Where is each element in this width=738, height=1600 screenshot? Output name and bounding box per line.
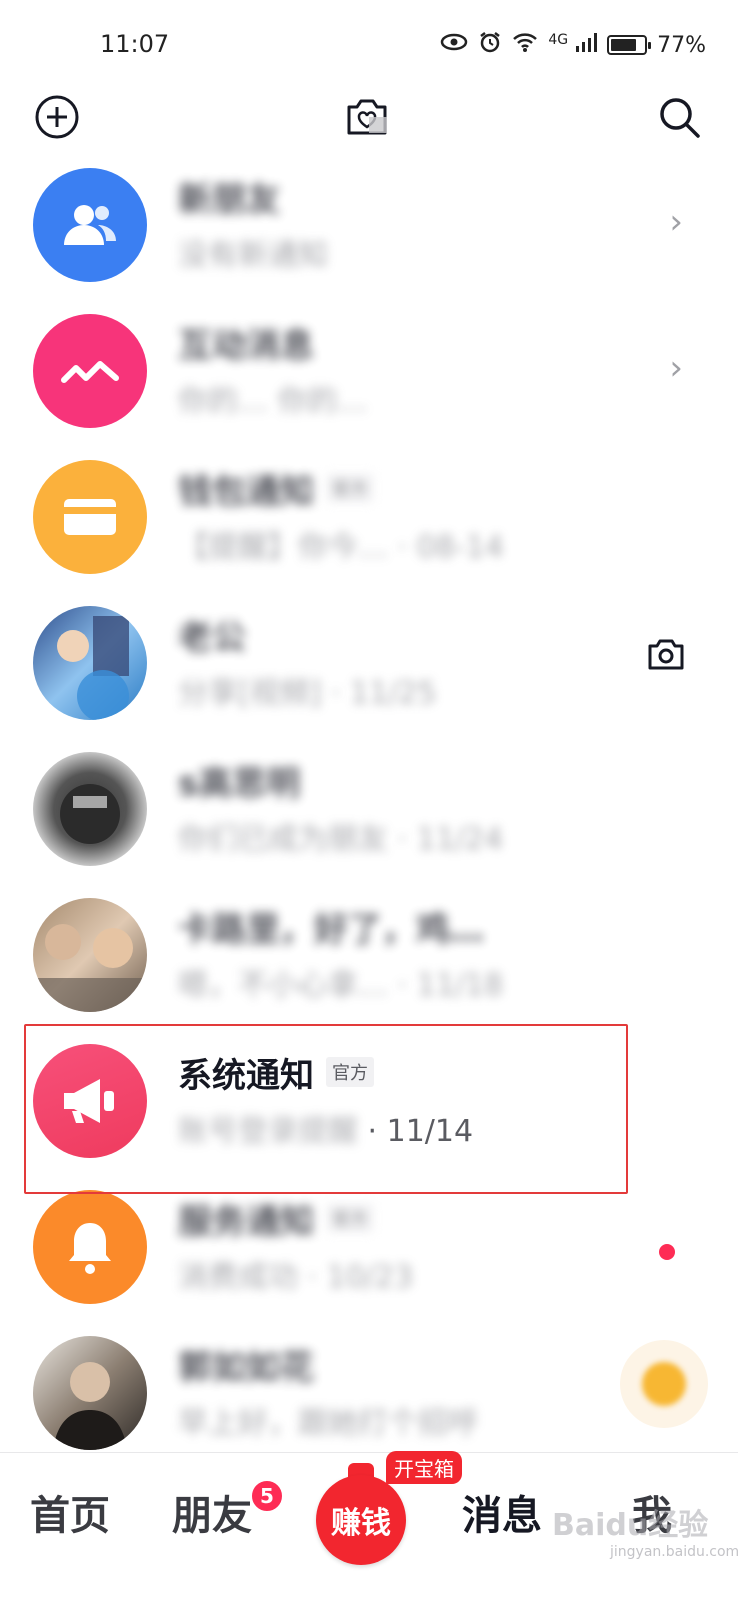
avatar xyxy=(33,898,147,1012)
add-button[interactable] xyxy=(32,92,82,142)
message-item-contact-6[interactable]: 卡路里，好了，鸡… 嗯，不小心拿… · 11/18 xyxy=(0,890,738,1030)
coin-icon xyxy=(642,1362,686,1406)
bell-icon xyxy=(69,1223,111,1274)
card-icon xyxy=(64,499,116,535)
message-item-interactions[interactable]: 互动消息 你的… 你的… › xyxy=(0,306,738,446)
message-subtitle: 你的… 你的… xyxy=(178,384,368,419)
watermark-sub: jingyan.baidu.com xyxy=(610,1544,738,1560)
battery-percent: 77% xyxy=(657,32,706,58)
eye-icon xyxy=(440,32,468,58)
message-title: 老公 xyxy=(178,618,246,658)
photo-avatar-icon xyxy=(60,784,120,844)
avatar xyxy=(33,606,147,720)
network-type: 4G xyxy=(548,31,569,48)
message-title: s高思明 xyxy=(178,764,301,804)
message-item-contact-5[interactable]: s高思明 你们已成为朋友 · 11/24 xyxy=(0,744,738,884)
status-icons: 4G 77% xyxy=(440,30,706,60)
nav-friends[interactable]: 朋友 xyxy=(172,1483,252,1541)
unread-dot xyxy=(659,1244,675,1260)
search-icon xyxy=(660,98,700,138)
chevron-right-icon: › xyxy=(669,202,683,242)
photo-avatar-icon xyxy=(53,1362,127,1450)
avatar xyxy=(33,1190,147,1304)
message-title: 郭如如花 xyxy=(178,1348,314,1388)
photo-avatar-icon xyxy=(57,616,129,720)
camera-heart-button[interactable] xyxy=(342,92,392,142)
wifi-icon xyxy=(512,31,538,59)
message-subtitle: 没有新通知 xyxy=(178,238,328,273)
alarm-icon xyxy=(478,30,502,60)
camera-icon xyxy=(648,639,684,670)
photo-avatar-icon xyxy=(33,924,147,1012)
message-title: 卡路里，好了，鸡… xyxy=(178,910,484,950)
message-subtitle: 【提醒】你今… · 08-14 xyxy=(178,530,504,565)
top-bar xyxy=(0,88,738,150)
cell-signal-icon: 4G xyxy=(548,31,598,58)
wave-icon xyxy=(61,361,119,383)
nav-messages[interactable]: 消息 xyxy=(462,1483,542,1541)
avatar xyxy=(33,1336,147,1450)
battery-icon xyxy=(607,35,652,55)
floating-reward-button[interactable] xyxy=(620,1340,708,1428)
search-button[interactable] xyxy=(654,92,704,142)
avatar xyxy=(33,460,147,574)
message-subtitle: 你们已成为朋友 · 11/24 xyxy=(178,822,504,857)
camera-heart-icon xyxy=(347,99,387,135)
avatar xyxy=(33,168,147,282)
nav-earn-button[interactable]: 赚钱 xyxy=(316,1475,406,1565)
message-subtitle: 分享[视频] · 11/25 xyxy=(178,676,437,711)
friends-badge: 5 xyxy=(250,1479,284,1513)
message-subtitle: 嗯，不小心拿… · 11/18 xyxy=(178,968,504,1003)
treasure-label: 开宝箱 xyxy=(386,1451,462,1484)
watermark: Baidu经验 xyxy=(552,1508,709,1543)
add-icon xyxy=(35,95,79,139)
message-item-new-friends[interactable]: 新朋友 没有新通知 › xyxy=(0,160,738,300)
avatar xyxy=(33,314,147,428)
official-badge: 官方 xyxy=(326,473,374,503)
message-title: 钱包通知 官方 xyxy=(178,464,374,513)
nav-home[interactable]: 首页 xyxy=(30,1483,110,1541)
status-bar: 11:07 4G 77% xyxy=(0,0,738,90)
message-item-service-notice[interactable]: 服务通知 官方 消费成功 · 10/23 xyxy=(0,1182,738,1322)
users-icon xyxy=(64,205,116,245)
message-title: 服务通知 官方 xyxy=(178,1194,374,1243)
official-badge: 官方 xyxy=(326,1203,374,1233)
status-time: 11:07 xyxy=(100,30,170,58)
chevron-right-icon: › xyxy=(669,348,683,388)
message-title: 互动消息 xyxy=(178,326,314,366)
annotation-highlight-box xyxy=(24,1024,628,1194)
avatar xyxy=(33,752,147,866)
message-subtitle: 消费成功 · 10/23 xyxy=(178,1260,414,1295)
message-item-husband[interactable]: 老公 分享[视频] · 11/25 xyxy=(0,598,738,738)
message-title: 新朋友 xyxy=(178,180,280,220)
camera-reply-button[interactable] xyxy=(646,636,686,676)
message-item-wallet[interactable]: 钱包通知 官方 【提醒】你今… · 08-14 xyxy=(0,452,738,592)
message-subtitle: 早上好，跟她打个招呼 xyxy=(178,1406,478,1441)
